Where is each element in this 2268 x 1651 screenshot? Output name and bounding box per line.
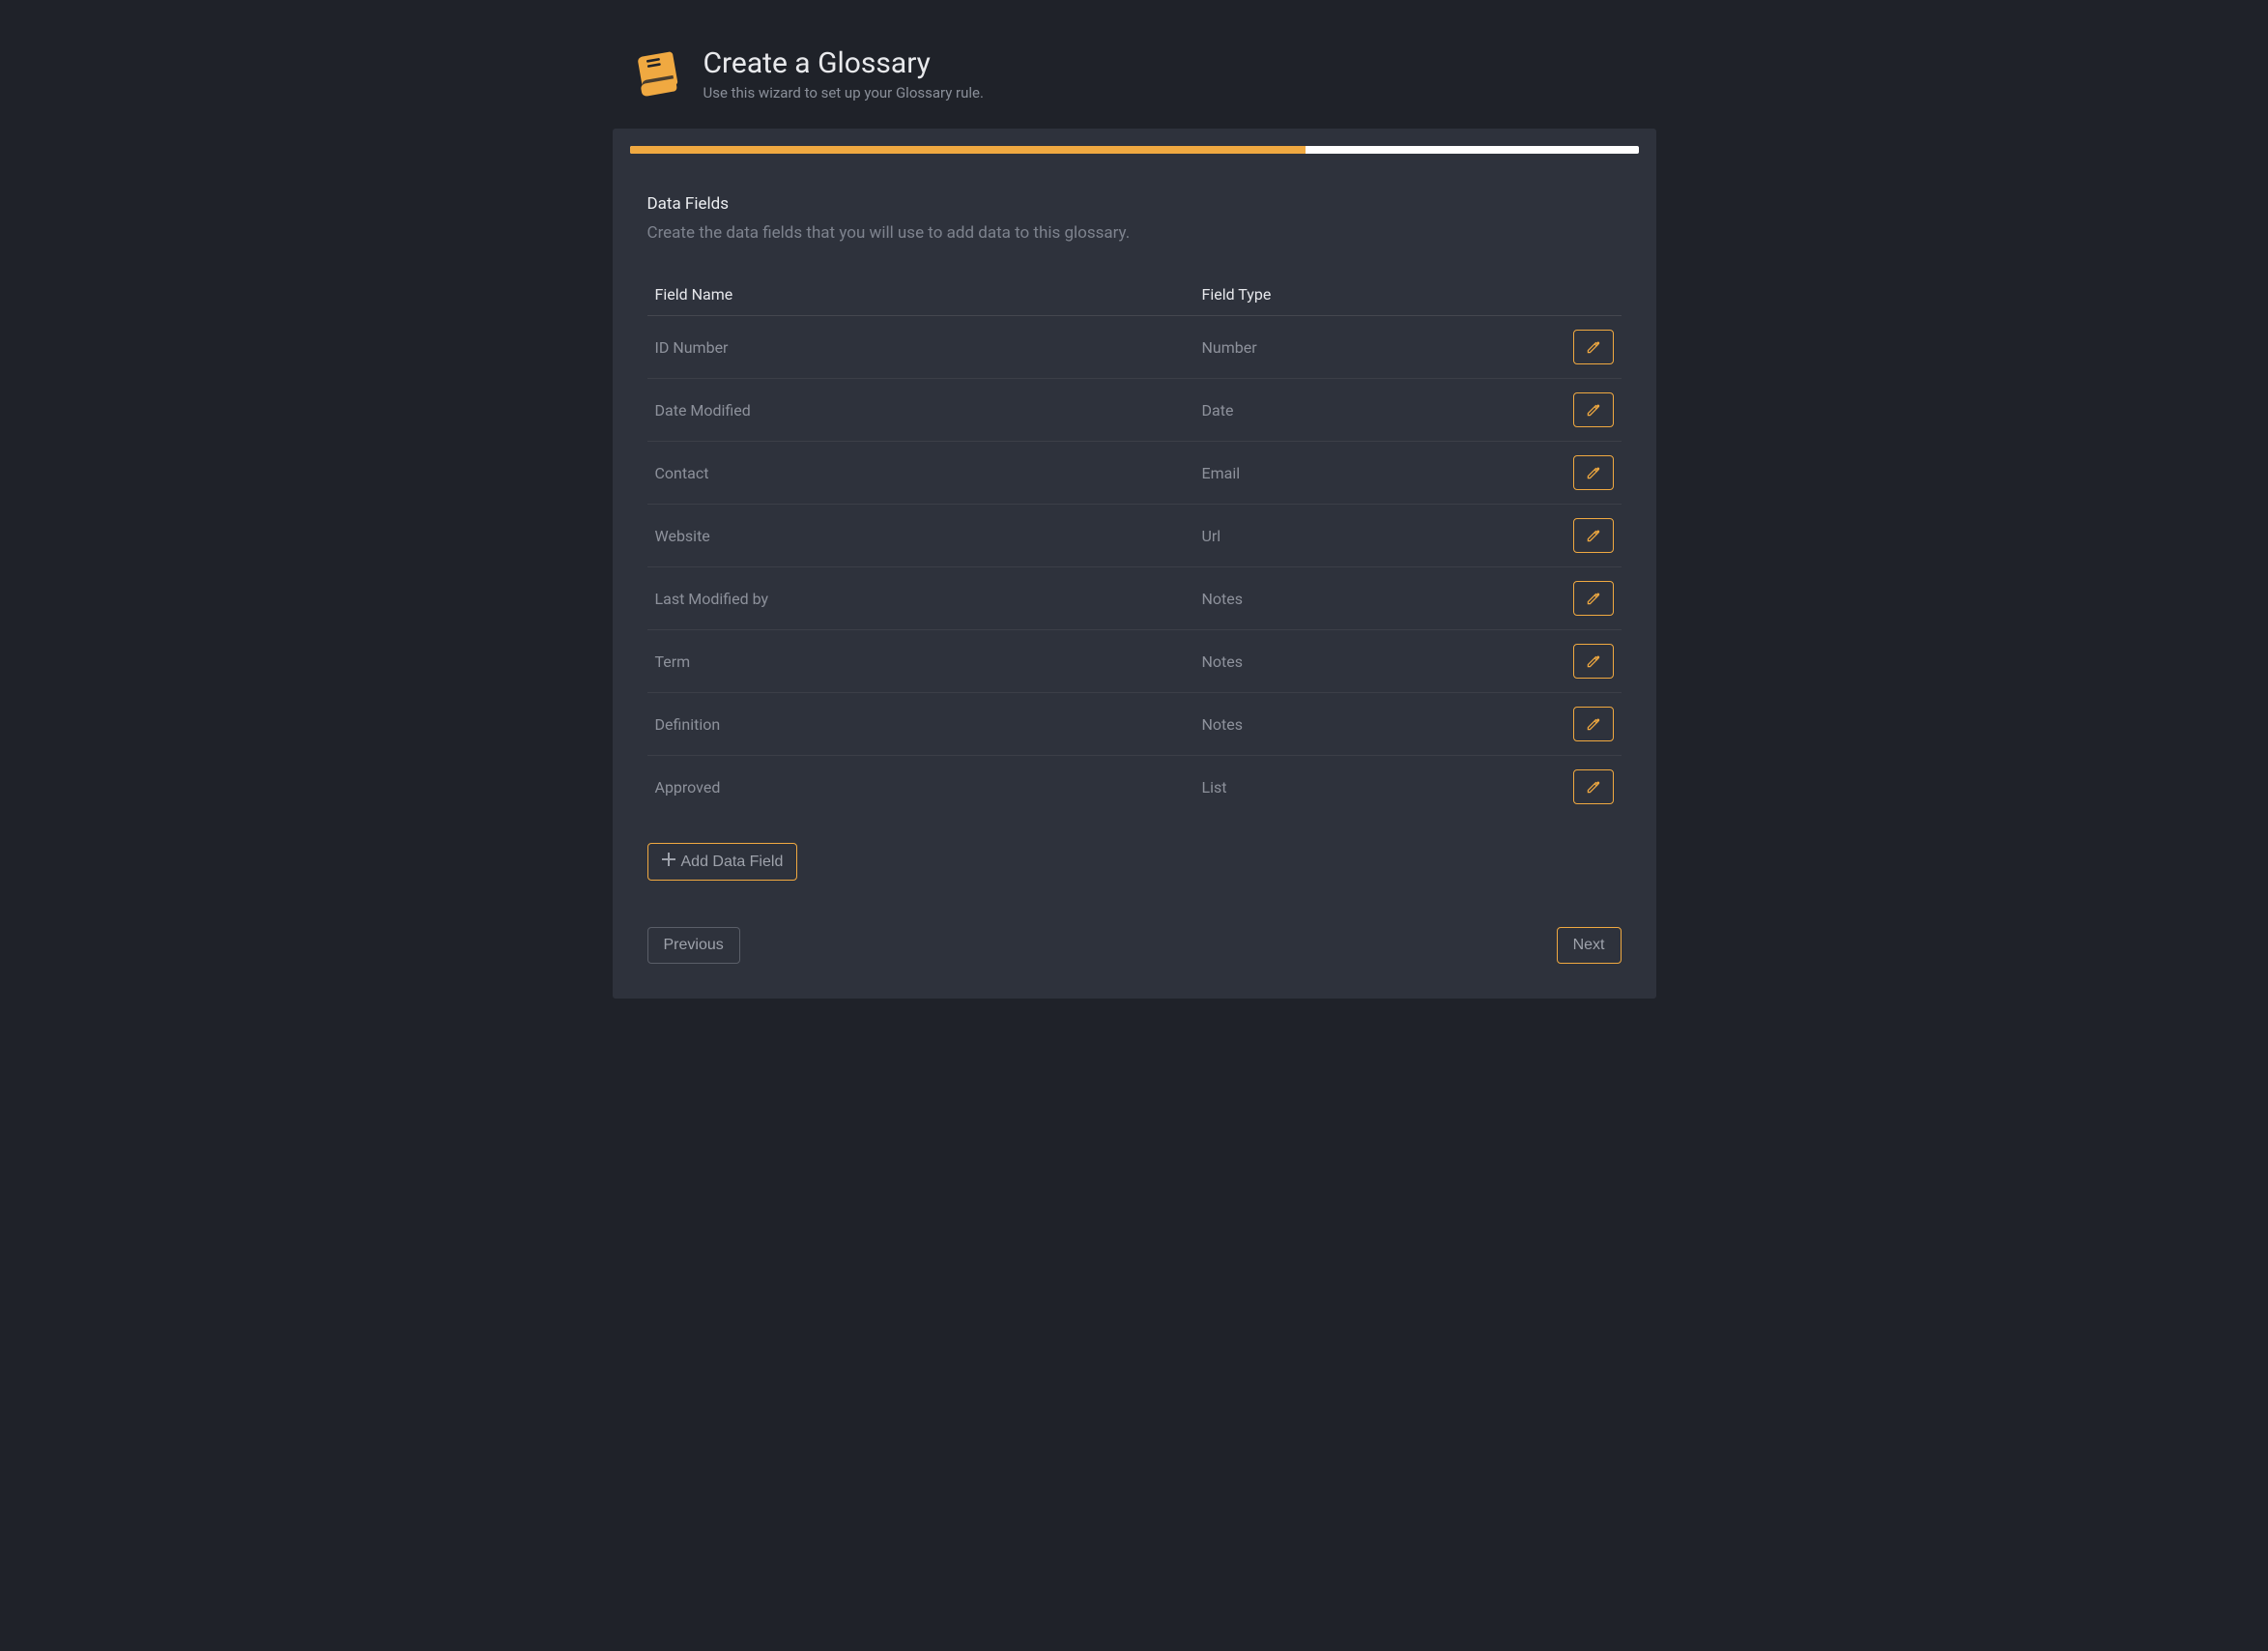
progress-track (630, 146, 1639, 154)
field-name-cell: Date Modified (647, 379, 1194, 442)
plus-icon (662, 853, 675, 871)
field-name-cell: Approved (647, 756, 1194, 819)
edit-field-button[interactable] (1573, 455, 1614, 490)
field-name-cell: ID Number (647, 316, 1194, 379)
edit-icon (1586, 779, 1601, 795)
add-data-field-button[interactable]: Add Data Field (647, 843, 798, 881)
table-row: Last Modified byNotes (647, 567, 1622, 630)
table-row: WebsiteUrl (647, 505, 1622, 567)
edit-icon (1586, 528, 1601, 543)
edit-field-button[interactable] (1573, 769, 1614, 804)
field-type-cell: List (1194, 756, 1554, 819)
progress-bar (630, 146, 1306, 154)
table-row: DefinitionNotes (647, 693, 1622, 756)
edit-field-button[interactable] (1573, 392, 1614, 427)
edit-icon (1586, 591, 1601, 606)
table-row: ContactEmail (647, 442, 1622, 505)
edit-field-button[interactable] (1573, 644, 1614, 679)
fields-table: Field Name Field Type ID NumberNumberDat… (647, 275, 1622, 818)
field-name-cell: Definition (647, 693, 1194, 756)
page-title: Create a Glossary (703, 46, 984, 80)
edit-field-button[interactable] (1573, 518, 1614, 553)
field-type-cell: Url (1194, 505, 1554, 567)
previous-button[interactable]: Previous (647, 927, 740, 964)
field-type-cell: Email (1194, 442, 1554, 505)
field-type-cell: Notes (1194, 567, 1554, 630)
field-type-cell: Notes (1194, 630, 1554, 693)
field-name-cell: Last Modified by (647, 567, 1194, 630)
col-header-actions (1554, 275, 1622, 316)
edit-icon (1586, 339, 1601, 355)
section-title: Data Fields (647, 194, 1622, 214)
field-type-cell: Number (1194, 316, 1554, 379)
book-icon (630, 47, 684, 101)
field-name-cell: Website (647, 505, 1194, 567)
col-header-name: Field Name (647, 275, 1194, 316)
edit-field-button[interactable] (1573, 581, 1614, 616)
wizard-header: Create a Glossary Use this wizard to set… (613, 46, 1656, 101)
add-data-field-label: Add Data Field (681, 854, 784, 871)
field-name-cell: Term (647, 630, 1194, 693)
edit-icon (1586, 716, 1601, 732)
next-button[interactable]: Next (1557, 927, 1622, 964)
table-row: ID NumberNumber (647, 316, 1622, 379)
field-type-cell: Date (1194, 379, 1554, 442)
field-name-cell: Contact (647, 442, 1194, 505)
edit-field-button[interactable] (1573, 707, 1614, 741)
col-header-type: Field Type (1194, 275, 1554, 316)
page-subtitle: Use this wizard to set up your Glossary … (703, 84, 984, 101)
edit-icon (1586, 653, 1601, 669)
edit-icon (1586, 465, 1601, 480)
edit-icon (1586, 402, 1601, 418)
section-subtitle: Create the data fields that you will use… (647, 223, 1622, 243)
field-type-cell: Notes (1194, 693, 1554, 756)
wizard-panel: Data Fields Create the data fields that … (613, 129, 1656, 999)
table-row: Date ModifiedDate (647, 379, 1622, 442)
table-row: ApprovedList (647, 756, 1622, 819)
edit-field-button[interactable] (1573, 330, 1614, 364)
table-row: TermNotes (647, 630, 1622, 693)
